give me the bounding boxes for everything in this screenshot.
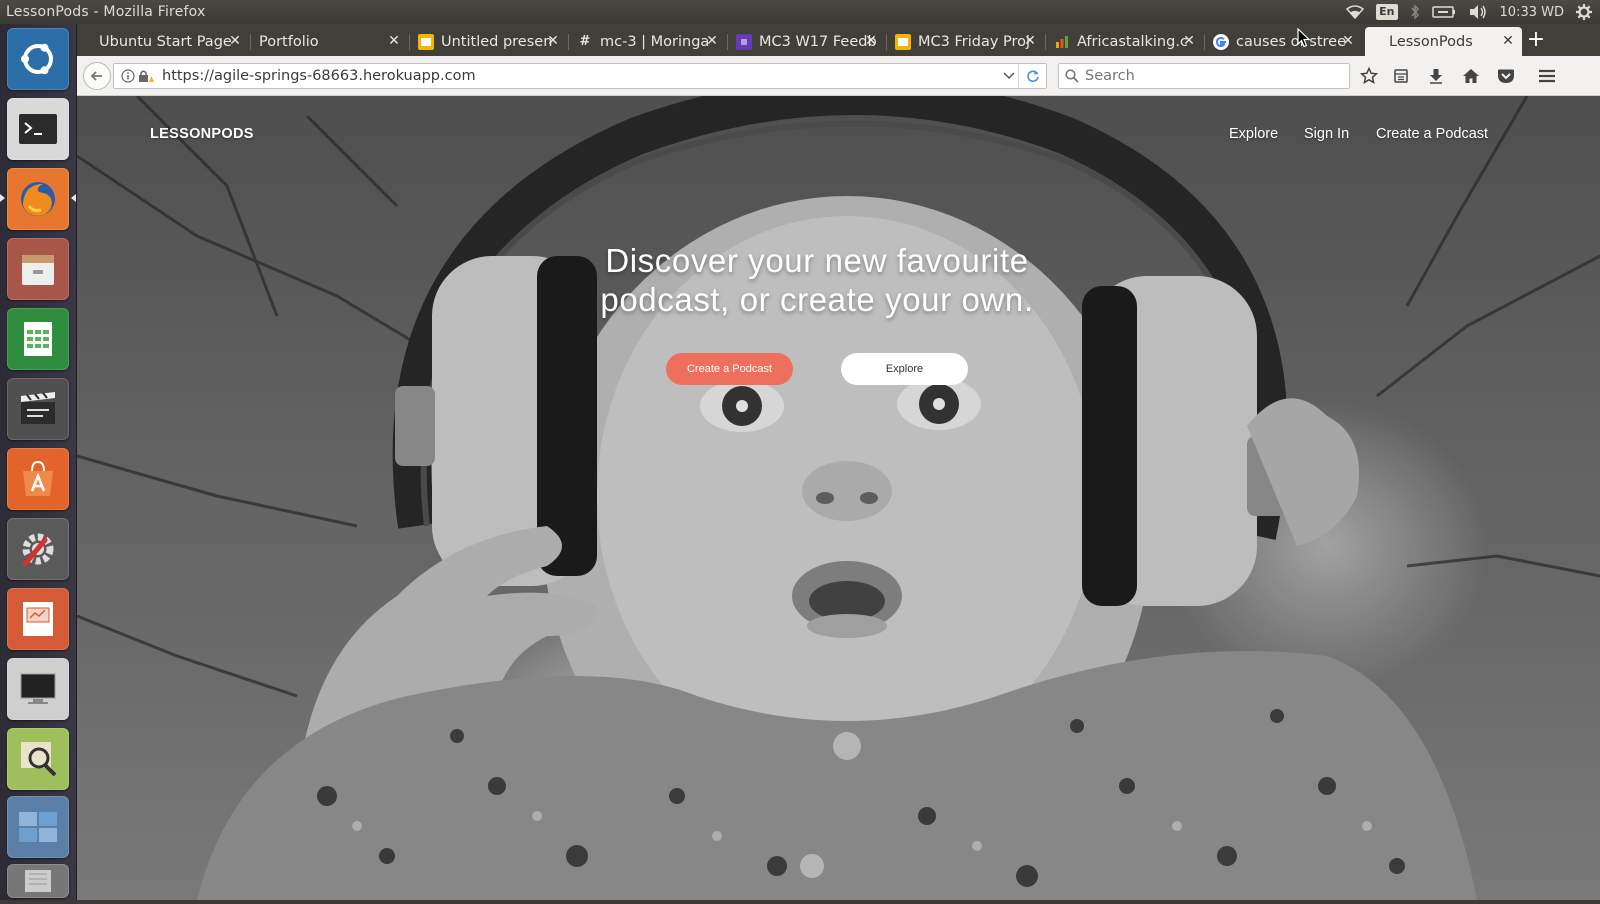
system-gear-icon[interactable] [1576, 4, 1592, 20]
video-editor-icon[interactable] [7, 378, 69, 440]
nav-explore-link[interactable]: Explore [1229, 126, 1278, 142]
tab-causes-of-stress[interactable]: causes of stree ✕ [1205, 27, 1362, 56]
tab-lessonpods[interactable]: LessonPods ✕ [1365, 27, 1522, 56]
explore-button[interactable]: Explore [841, 353, 968, 385]
tab-close-icon[interactable]: ✕ [1181, 33, 1197, 49]
spreadsheet-icon[interactable] [7, 308, 69, 370]
firefox-window: Ubuntu Start Page ✕ Portfolio ✕ Untitled… [77, 24, 1600, 900]
unity-launcher [0, 24, 77, 900]
hero-heading: Discover your new favourite podcast, or … [557, 241, 1077, 319]
google-icon [1213, 33, 1229, 50]
tab-close-icon[interactable]: ✕ [545, 33, 561, 49]
insecure-lock-warning-icon[interactable] [138, 68, 154, 84]
reload-icon [1026, 70, 1039, 83]
tab-untitled-presentation[interactable]: Untitled presen ✕ [410, 27, 567, 56]
tab-mc3-friday-project[interactable]: MC3 Friday Proj ✕ [887, 27, 1044, 56]
bookmarks-list-icon [1394, 69, 1408, 83]
tab-mc3-moringa[interactable]: # mc-3 | Moringa ✕ [569, 27, 726, 56]
star-icon [1360, 67, 1378, 85]
tab-close-icon[interactable]: ✕ [704, 33, 720, 49]
pocket-icon [1498, 69, 1514, 83]
tab-strip: Ubuntu Start Page ✕ Portfolio ✕ Untitled… [77, 24, 1600, 56]
clock[interactable]: 10:33 WD [1500, 5, 1564, 20]
hero-line-2: podcast, or create your own. [600, 281, 1034, 318]
tab-close-icon[interactable]: ✕ [386, 33, 402, 49]
focused-indicator [71, 194, 76, 202]
info-icon[interactable] [120, 68, 136, 84]
tab-close-icon[interactable]: ✕ [1340, 33, 1356, 49]
hero-line-1: Discover your new favourite [605, 242, 1029, 279]
search-bar[interactable] [1058, 63, 1350, 89]
back-button[interactable] [83, 62, 111, 90]
keyboard-layout-indicator[interactable]: En [1376, 4, 1398, 20]
web-page: LESSONPODS Explore Sign In Create a Podc… [77, 96, 1600, 900]
nav-sign-in-link[interactable]: Sign In [1304, 126, 1349, 142]
search-input[interactable] [1085, 68, 1335, 84]
workspaces-icon[interactable] [7, 796, 69, 858]
open-menu-button[interactable] [1536, 65, 1558, 87]
download-arrow-icon [1430, 69, 1442, 84]
tab-close-icon[interactable]: ✕ [227, 33, 243, 49]
trash-icon[interactable] [7, 864, 69, 898]
presentation-icon[interactable] [7, 588, 69, 650]
create-podcast-button[interactable]: Create a Podcast [666, 353, 793, 385]
navigation-toolbar: https://agile-springs-68663.herokuapp.co… [77, 56, 1600, 96]
wifi-icon[interactable] [1346, 5, 1365, 19]
slides-icon [418, 33, 434, 50]
url-bar[interactable]: https://agile-springs-68663.herokuapp.co… [113, 63, 1047, 89]
url-history-dropdown-icon[interactable] [1000, 69, 1018, 83]
reload-button[interactable] [1018, 64, 1046, 88]
files-icon[interactable] [7, 238, 69, 300]
tab-portfolio[interactable]: Portfolio ✕ [251, 27, 408, 56]
tab-close-icon[interactable]: ✕ [863, 33, 879, 49]
hero-background-photo [77, 96, 1600, 900]
tab-mc3-w17-feedback[interactable]: MC3 W17 Feedb ✕ [728, 27, 885, 56]
url-text[interactable]: https://agile-springs-68663.herokuapp.co… [162, 68, 1000, 84]
home-icon [1463, 69, 1479, 83]
indicator-area: En 10:33 WD [1346, 0, 1592, 24]
software-center-icon[interactable] [7, 448, 69, 510]
new-tab-button[interactable]: + [1521, 27, 1551, 55]
tab-close-icon[interactable]: ✕ [1500, 33, 1516, 49]
chart-icon [1054, 34, 1070, 50]
hamburger-menu-icon [1539, 69, 1555, 83]
terminal-icon[interactable] [7, 98, 69, 160]
mouse-cursor-icon [1297, 28, 1311, 48]
tab-ubuntu-start-page[interactable]: Ubuntu Start Page ✕ [91, 27, 249, 56]
running-indicator [0, 194, 5, 202]
forms-icon [736, 33, 752, 50]
pocket-button[interactable] [1495, 65, 1517, 87]
bluetooth-icon[interactable] [1410, 4, 1420, 20]
home-button[interactable] [1460, 65, 1482, 87]
back-arrow-icon [90, 71, 102, 81]
tab-africastalking[interactable]: Africastalking.c ✕ [1046, 27, 1203, 56]
display-icon[interactable] [7, 658, 69, 720]
slides-icon [895, 33, 911, 50]
site-logo[interactable]: LESSONPODS [150, 126, 254, 142]
bookmark-star-button[interactable] [1358, 65, 1380, 87]
volume-icon[interactable] [1468, 4, 1488, 20]
image-viewer-icon[interactable] [7, 728, 69, 790]
top-panel: LessonPods - Mozilla Firefox En 10:33 WD [0, 0, 1600, 24]
battery-icon[interactable] [1431, 5, 1456, 19]
nav-create-podcast-link[interactable]: Create a Podcast [1376, 126, 1488, 142]
ubuntu-dash-icon[interactable] [7, 28, 69, 90]
firefox-icon[interactable] [7, 168, 69, 230]
site-navbar: LESSONPODS Explore Sign In Create a Podc… [77, 96, 1600, 176]
bookmarks-menu-button[interactable] [1390, 65, 1412, 87]
search-icon [1065, 69, 1079, 83]
settings-icon[interactable] [7, 518, 69, 580]
tab-close-icon[interactable]: ✕ [1022, 33, 1038, 49]
hash-icon: # [579, 34, 591, 49]
downloads-button[interactable] [1425, 65, 1447, 87]
window-title: LessonPods - Mozilla Firefox [6, 4, 206, 20]
